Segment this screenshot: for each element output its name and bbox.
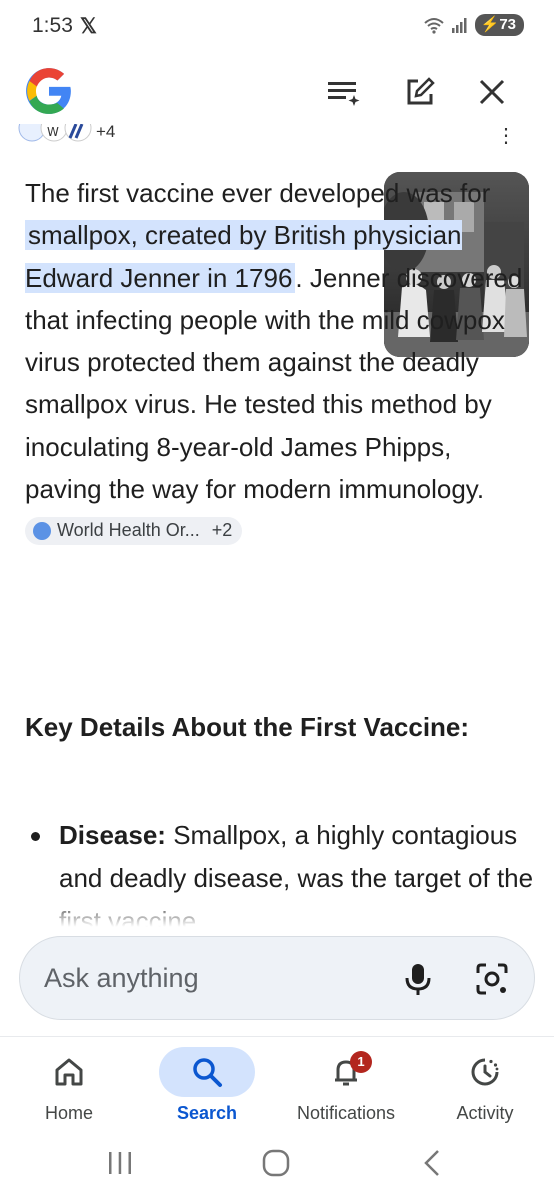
- nav-home-label: Home: [44, 1103, 93, 1123]
- bullet-dot: [31, 832, 40, 841]
- nav-search-label: Search: [176, 1103, 238, 1123]
- search-icon: [193, 1058, 222, 1087]
- lens-button[interactable]: [474, 961, 510, 997]
- nav-home-icon-wrap: [21, 1047, 117, 1097]
- content-fade: [0, 898, 554, 934]
- status-time: 1:53: [32, 14, 73, 37]
- activity-icon: [471, 1058, 499, 1086]
- ai-answer-content[interactable]: W +4 ⋮ The first vaccine ever developed …: [0, 124, 554, 934]
- answer-intro: The first vaccine ever developed was for: [25, 178, 491, 208]
- ai-list-icon: [328, 82, 360, 106]
- more-options-icon[interactable]: ⋮: [496, 126, 516, 146]
- nav-search-icon-wrap: [159, 1047, 255, 1097]
- battery-indicator: ⚡73: [474, 14, 524, 36]
- edit-button[interactable]: [400, 72, 440, 112]
- bottom-nav: Home Search 1 Notifications Activity: [0, 1036, 554, 1133]
- app-header: [0, 58, 554, 124]
- signal-icon: [451, 18, 467, 33]
- nav-notifications[interactable]: 1 Notifications: [280, 1037, 412, 1133]
- section-heading: Key Details About the First Vaccine:: [25, 712, 470, 742]
- mic-icon: [405, 964, 431, 995]
- citation-more: +2: [211, 520, 233, 541]
- x-logo-icon: 𝕏: [80, 15, 97, 38]
- mic-button[interactable]: [400, 961, 436, 997]
- status-right: ⚡73: [423, 14, 524, 36]
- nav-search[interactable]: Search: [146, 1037, 268, 1133]
- home-icon: [55, 1058, 83, 1086]
- nav-notifications-label: Notifications: [296, 1103, 396, 1123]
- status-bar: 1:53 𝕏 ⚡73: [0, 0, 554, 56]
- citation-chip[interactable]: World Health Or... +2: [25, 516, 243, 545]
- answer-paragraph: The first vaccine ever developed was for…: [25, 172, 533, 553]
- search-input[interactable]: Ask anything: [44, 963, 199, 994]
- search-bar[interactable]: Ask anything: [19, 936, 535, 1020]
- nav-home[interactable]: Home: [8, 1037, 130, 1133]
- nav-activity[interactable]: Activity: [424, 1037, 546, 1133]
- ai-list-button[interactable]: [324, 72, 364, 112]
- lens-icon: [476, 963, 508, 995]
- system-nav-bar: [0, 1132, 554, 1200]
- nav-notifications-icon-wrap: 1: [298, 1047, 394, 1097]
- battery-level: 73: [499, 16, 516, 33]
- citation-label: World Health Or...: [57, 520, 200, 541]
- svg-text:W: W: [47, 125, 59, 139]
- google-logo-icon[interactable]: [24, 66, 74, 116]
- nav-activity-icon-wrap: [437, 1047, 533, 1097]
- close-icon: [479, 79, 505, 105]
- wifi-icon: [423, 18, 444, 34]
- notification-badge: 1: [350, 1051, 372, 1073]
- recents-icon[interactable]: [106, 1150, 134, 1176]
- home-nav-icon[interactable]: [262, 1149, 290, 1177]
- close-button[interactable]: [472, 72, 512, 112]
- back-icon[interactable]: [420, 1148, 444, 1178]
- edit-icon: [407, 77, 435, 105]
- nav-activity-label: Activity: [456, 1103, 514, 1123]
- answer-body: . Jenner discovered that infecting peopl…: [25, 262, 523, 505]
- who-logo-icon: [33, 521, 51, 540]
- source-more-count: +4: [96, 124, 116, 141]
- bullet-term: Disease:: [59, 820, 166, 850]
